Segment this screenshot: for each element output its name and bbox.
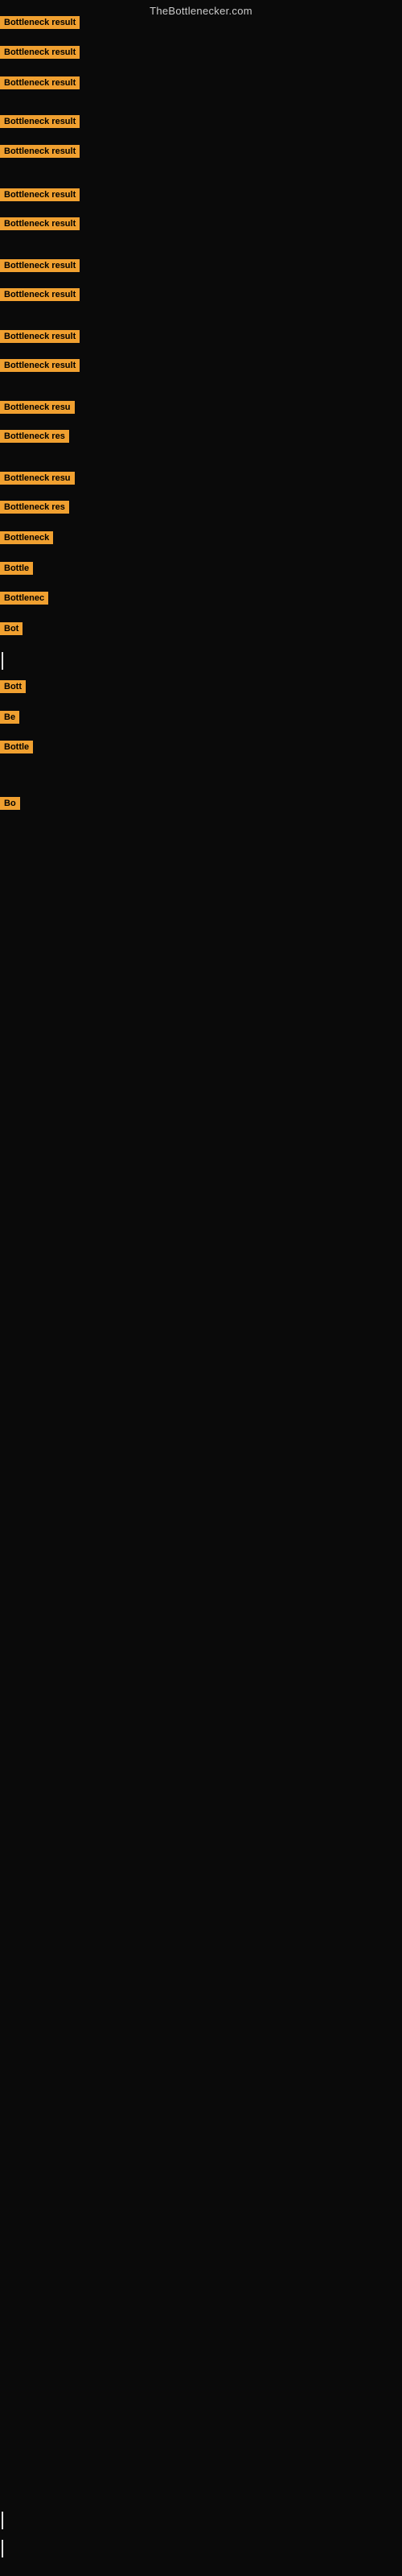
bottleneck-badge-row: Bottleneck result [0, 330, 80, 347]
bottleneck-badge: Bottleneck [0, 531, 53, 544]
bottleneck-badge: Bottleneck resu [0, 472, 75, 485]
vertical-line [2, 2540, 3, 2557]
bottleneck-badge: Bottleneck result [0, 76, 80, 89]
bottleneck-badge: Bottle [0, 562, 33, 575]
bottleneck-badge-row: Bott [0, 680, 26, 697]
bottleneck-badge-row: Bottleneck resu [0, 401, 75, 418]
bottleneck-badge: Bottleneck result [0, 188, 80, 201]
bottleneck-badge-row: Bottle [0, 562, 33, 579]
bottleneck-badge-row: Bottleneck result [0, 288, 80, 305]
bottleneck-badge: Bottlenec [0, 592, 48, 605]
bottleneck-badge: Bottleneck result [0, 145, 80, 158]
bottleneck-badge: Bottleneck res [0, 430, 69, 443]
bottleneck-badge: Bo [0, 797, 20, 810]
bottleneck-badge: Bottleneck resu [0, 401, 75, 414]
vertical-line [2, 652, 3, 670]
bottleneck-badge-row: Bottleneck result [0, 115, 80, 132]
bottleneck-badge-row: Bottleneck result [0, 16, 80, 33]
bottleneck-badge-row: Bottleneck resu [0, 472, 75, 489]
bottleneck-badge-row: Bottleneck result [0, 76, 80, 93]
bottleneck-badge: Bottleneck res [0, 501, 69, 514]
bottleneck-badge: Be [0, 711, 19, 724]
bottleneck-badge: Bottleneck result [0, 359, 80, 372]
bottleneck-badge-row: Bottleneck result [0, 217, 80, 234]
bottleneck-badge-row: Bo [0, 797, 20, 814]
bottleneck-badge-row: Bottleneck res [0, 501, 69, 518]
bottleneck-badge-row: Bottleneck result [0, 188, 80, 205]
bottleneck-badge-row: Bottleneck result [0, 46, 80, 63]
bottleneck-badge-row: Bottlenec [0, 592, 48, 609]
bottleneck-badge: Bottleneck result [0, 259, 80, 272]
bottleneck-badge-row: Bot [0, 622, 23, 639]
bottleneck-badge: Bottleneck result [0, 288, 80, 301]
bottleneck-badge-row: Bottleneck [0, 531, 53, 548]
bottleneck-badge-row: Be [0, 711, 19, 728]
bottleneck-badge: Bottleneck result [0, 16, 80, 29]
bottleneck-badge-row: Bottleneck result [0, 145, 80, 162]
vertical-line [2, 2512, 3, 2529]
bottleneck-badge: Bottleneck result [0, 217, 80, 230]
bottleneck-badge-row: Bottleneck result [0, 359, 80, 376]
bottleneck-badge: Bottleneck result [0, 330, 80, 343]
bottleneck-badge-row: Bottleneck result [0, 259, 80, 276]
bottleneck-badge: Bott [0, 680, 26, 693]
bottleneck-badge: Bottleneck result [0, 115, 80, 128]
bottleneck-badge-row: Bottleneck res [0, 430, 69, 447]
bottleneck-badge-row: Bottle [0, 741, 33, 758]
bottleneck-badge: Bot [0, 622, 23, 635]
bottleneck-badge: Bottle [0, 741, 33, 753]
bottleneck-badge: Bottleneck result [0, 46, 80, 59]
